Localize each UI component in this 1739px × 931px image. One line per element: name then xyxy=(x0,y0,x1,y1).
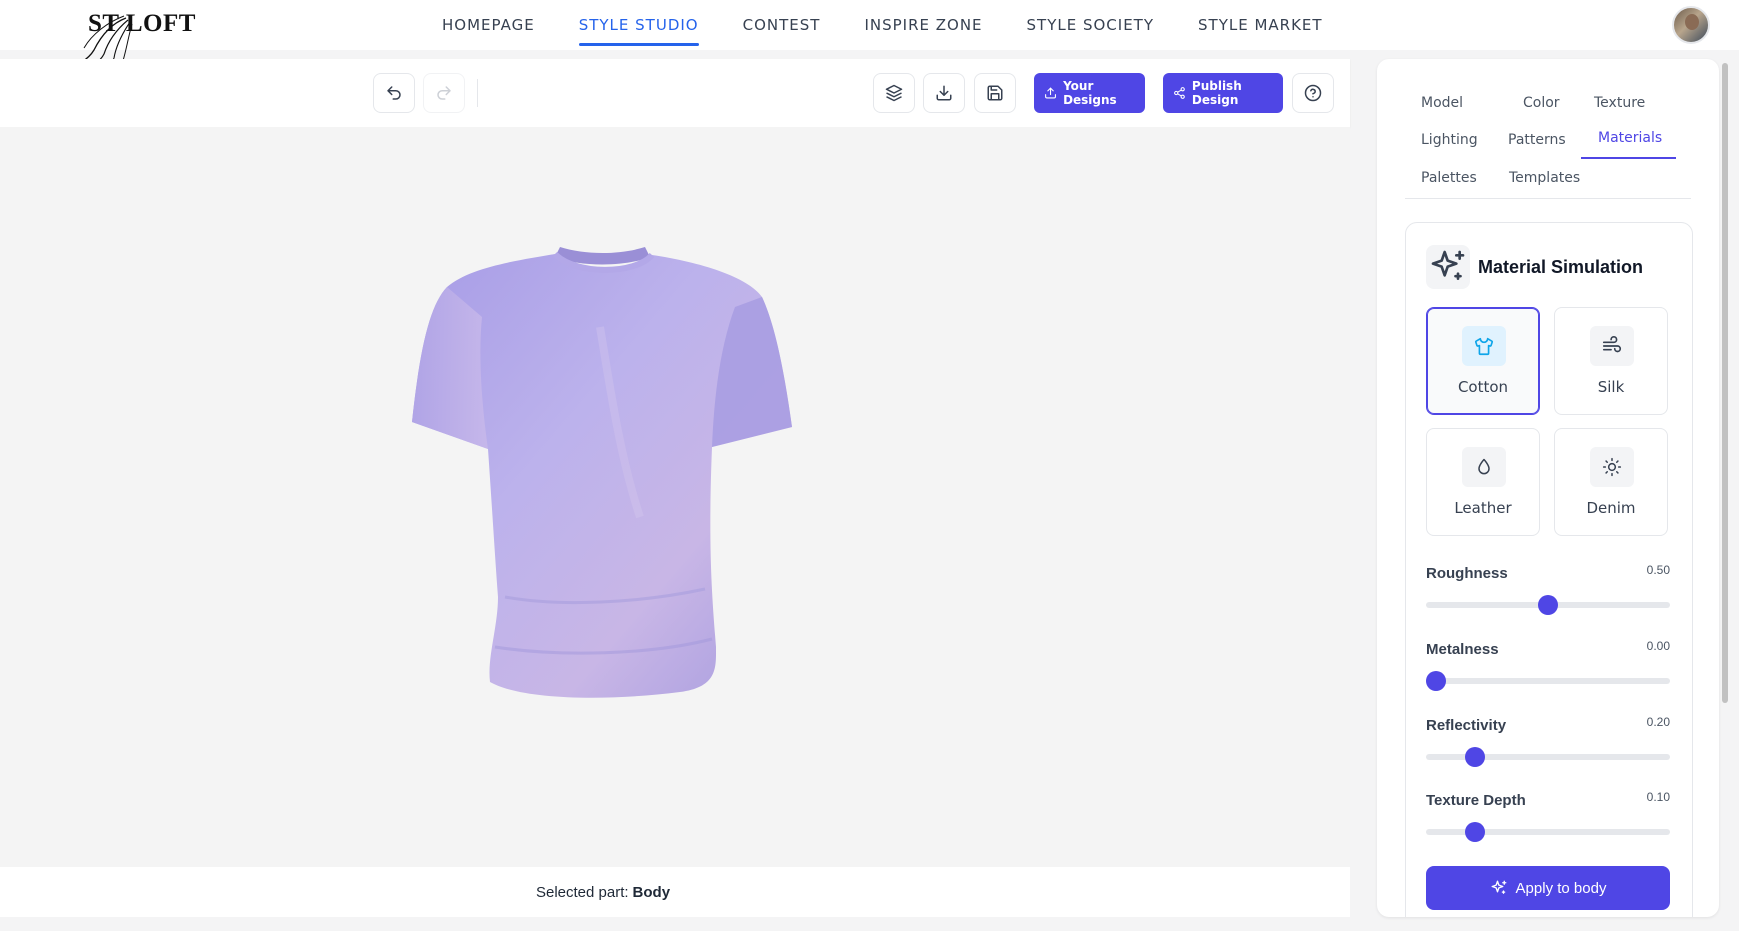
tab-palettes[interactable]: Palettes xyxy=(1421,170,1477,186)
your-designs-button[interactable]: Your Designs xyxy=(1034,73,1145,113)
tab-patterns[interactable]: Patterns xyxy=(1508,132,1566,148)
selected-part-label: Selected part: xyxy=(535,883,629,901)
toolbar-divider xyxy=(477,79,478,107)
editor-toolbar: Your Designs Publish Design xyxy=(0,59,1350,127)
shirt-icon xyxy=(1462,326,1506,366)
download-button[interactable] xyxy=(923,73,965,113)
tab-model[interactable]: Model xyxy=(1421,95,1463,111)
reflectivity-label: Reflectivity xyxy=(1426,717,1507,734)
metalness-value: 0.00 xyxy=(1646,639,1670,653)
undo-icon xyxy=(387,86,401,100)
material-denim-label: Denim xyxy=(1586,499,1636,517)
material-silk[interactable]: Silk xyxy=(1554,307,1668,415)
brand-logo-text: ST LOFT xyxy=(88,10,196,37)
texture-depth-label: Texture Depth xyxy=(1426,792,1526,809)
texture-depth-value: 0.10 xyxy=(1646,790,1670,804)
nav-style-studio[interactable]: STYLE STUDIO xyxy=(557,0,721,50)
selected-part-value: Body xyxy=(632,883,671,901)
material-leather-label: Leather xyxy=(1454,499,1512,517)
texture-depth-thumb[interactable] xyxy=(1464,822,1485,842)
sparkles-icon xyxy=(1491,880,1506,894)
active-tab-indicator xyxy=(1581,157,1676,159)
sun-icon xyxy=(1590,447,1634,487)
sparkles-icon xyxy=(1426,245,1470,289)
apply-to-body-button[interactable]: Apply to body xyxy=(1426,866,1670,910)
tshirt-model[interactable] xyxy=(0,127,1350,867)
panel-scrollbar[interactable] xyxy=(1720,59,1730,917)
design-panel: Model Color Texture Lighting Patterns Ma… xyxy=(1377,59,1719,917)
tab-templates[interactable]: Templates xyxy=(1509,170,1580,186)
download-icon xyxy=(936,85,952,101)
reflectivity-thumb[interactable] xyxy=(1464,747,1485,767)
material-leather[interactable]: Leather xyxy=(1426,428,1540,536)
tab-texture[interactable]: Texture xyxy=(1594,95,1645,111)
wind-icon xyxy=(1590,326,1634,366)
apply-to-body-label: Apply to body xyxy=(1515,879,1607,897)
tabs-divider xyxy=(1405,198,1691,199)
nav-contest[interactable]: CONTEST xyxy=(721,0,843,50)
material-cotton-label: Cotton xyxy=(1457,378,1509,396)
nav-style-society[interactable]: STYLE SOCIETY xyxy=(1005,0,1176,50)
material-denim[interactable]: Denim xyxy=(1554,428,1668,536)
help-icon xyxy=(1304,84,1322,102)
metalness-slider[interactable]: Metalness 0.00 xyxy=(1426,639,1670,701)
save-icon xyxy=(987,85,1003,101)
3d-viewport[interactable] xyxy=(0,127,1350,867)
your-designs-label: Your Designs xyxy=(1063,79,1117,107)
redo-icon xyxy=(437,86,451,100)
user-avatar[interactable] xyxy=(1672,6,1710,44)
selection-status: Selected part: Body xyxy=(0,867,1350,917)
tab-lighting[interactable]: Lighting xyxy=(1421,132,1478,148)
nav-inspire-zone[interactable]: INSPIRE ZONE xyxy=(842,0,1004,50)
metalness-thumb[interactable] xyxy=(1426,671,1446,691)
panel-scrollbar-thumb[interactable] xyxy=(1722,63,1728,703)
texture-depth-slider[interactable]: Texture Depth 0.10 xyxy=(1426,790,1670,852)
metalness-label: Metalness xyxy=(1426,641,1499,658)
layers-icon xyxy=(885,84,903,102)
reflectivity-track[interactable] xyxy=(1426,754,1670,760)
tab-color[interactable]: Color xyxy=(1523,95,1560,111)
reflectivity-value: 0.20 xyxy=(1646,715,1670,729)
reflectivity-slider[interactable]: Reflectivity 0.20 xyxy=(1426,715,1670,777)
material-silk-label: Silk xyxy=(1597,378,1625,396)
upload-icon xyxy=(1045,87,1056,99)
undo-button[interactable] xyxy=(373,73,415,113)
nav-style-market[interactable]: STYLE MARKET xyxy=(1176,0,1345,50)
material-simulation-card: Material Simulation Cotton Silk Leather … xyxy=(1405,222,1693,917)
tab-materials[interactable]: Materials xyxy=(1598,130,1662,146)
material-cotton[interactable]: Cotton xyxy=(1426,307,1540,415)
publish-design-label: Publish Design xyxy=(1191,79,1242,107)
card-title: Material Simulation xyxy=(1478,256,1644,277)
roughness-label: Roughness xyxy=(1426,565,1508,582)
share-icon xyxy=(1174,87,1185,99)
redo-button[interactable] xyxy=(423,73,465,113)
publish-design-button[interactable]: Publish Design xyxy=(1163,73,1283,113)
save-button[interactable] xyxy=(974,73,1016,113)
layers-button[interactable] xyxy=(873,73,915,113)
texture-depth-track[interactable] xyxy=(1426,829,1670,835)
roughness-thumb[interactable] xyxy=(1538,595,1558,615)
help-button[interactable] xyxy=(1292,73,1334,113)
main-nav: HOMEPAGE STYLE STUDIO CONTEST INSPIRE ZO… xyxy=(420,0,1345,50)
droplet-icon xyxy=(1462,447,1506,487)
card-header: Material Simulation xyxy=(1426,245,1643,289)
roughness-value: 0.50 xyxy=(1646,563,1670,577)
nav-homepage[interactable]: HOMEPAGE xyxy=(420,0,557,50)
roughness-slider[interactable]: Roughness 0.50 xyxy=(1426,563,1670,625)
metalness-track[interactable] xyxy=(1426,678,1670,684)
top-navbar: ST LOFT HOMEPAGE STYLE STUDIO CONTEST IN… xyxy=(0,0,1739,70)
